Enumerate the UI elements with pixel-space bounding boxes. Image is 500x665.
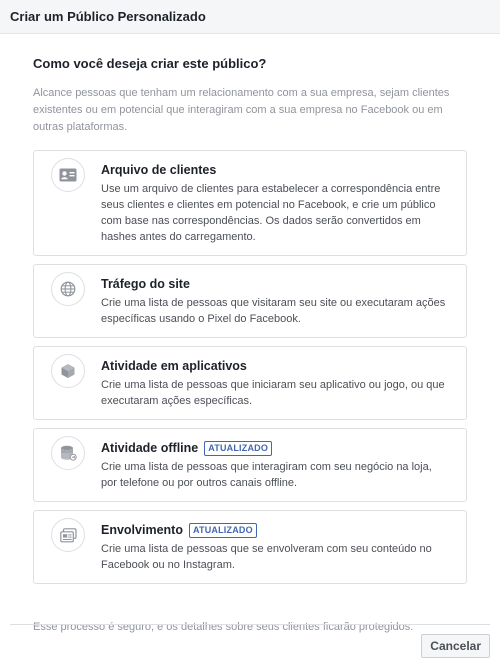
option-title: Arquivo de clientes [101, 163, 217, 177]
contact-card-icon [51, 158, 85, 192]
cube-icon [51, 354, 85, 388]
intro-text: Alcance pessoas que tenham um relacionam… [33, 87, 450, 133]
dialog-footer: Cancelar [10, 624, 490, 658]
option-app-activity[interactable]: Atividade em aplicativos Crie uma lista … [33, 346, 467, 420]
cancel-button[interactable]: Cancelar [421, 634, 490, 658]
engagement-icon [51, 518, 85, 552]
option-engagement[interactable]: Envolvimento ATUALIZADO Crie uma lista d… [33, 510, 467, 584]
option-description: Crie uma lista de pessoas que iniciaram … [101, 379, 445, 407]
option-title: Tráfego do site [101, 277, 190, 291]
option-description: Use um arquivo de clientes para estabele… [101, 183, 441, 243]
option-title: Envolvimento [101, 523, 183, 537]
updated-badge: ATUALIZADO [188, 522, 257, 538]
dialog-header: Criar um Público Personalizado [0, 0, 500, 34]
globe-icon [51, 272, 85, 306]
option-title: Atividade em aplicativos [101, 359, 247, 373]
option-description: Crie uma lista de pessoas que interagira… [101, 461, 432, 489]
audience-source-options: Arquivo de clientes Use um arquivo de cl… [33, 150, 467, 584]
option-website-traffic[interactable]: Tráfego do site Crie uma lista de pessoa… [33, 264, 467, 338]
dialog-title: Criar um Público Personalizado [10, 9, 206, 24]
option-description: Crie uma lista de pessoas que visitaram … [101, 297, 446, 325]
offline-store-icon [51, 436, 85, 470]
option-customer-file[interactable]: Arquivo de clientes Use um arquivo de cl… [33, 150, 467, 256]
option-title: Atividade offline [101, 441, 199, 455]
create-custom-audience-dialog: Criar um Público Personalizado Como você… [0, 0, 500, 665]
updated-badge: ATUALIZADO [204, 440, 273, 456]
section-question: Como você deseja criar este público? [33, 56, 267, 71]
option-offline-activity[interactable]: Atividade offline ATUALIZADO Crie uma li… [33, 428, 467, 502]
option-description: Crie uma lista de pessoas que se envolve… [101, 543, 432, 571]
dialog-body: Como você deseja criar este público? Alc… [0, 56, 500, 633]
